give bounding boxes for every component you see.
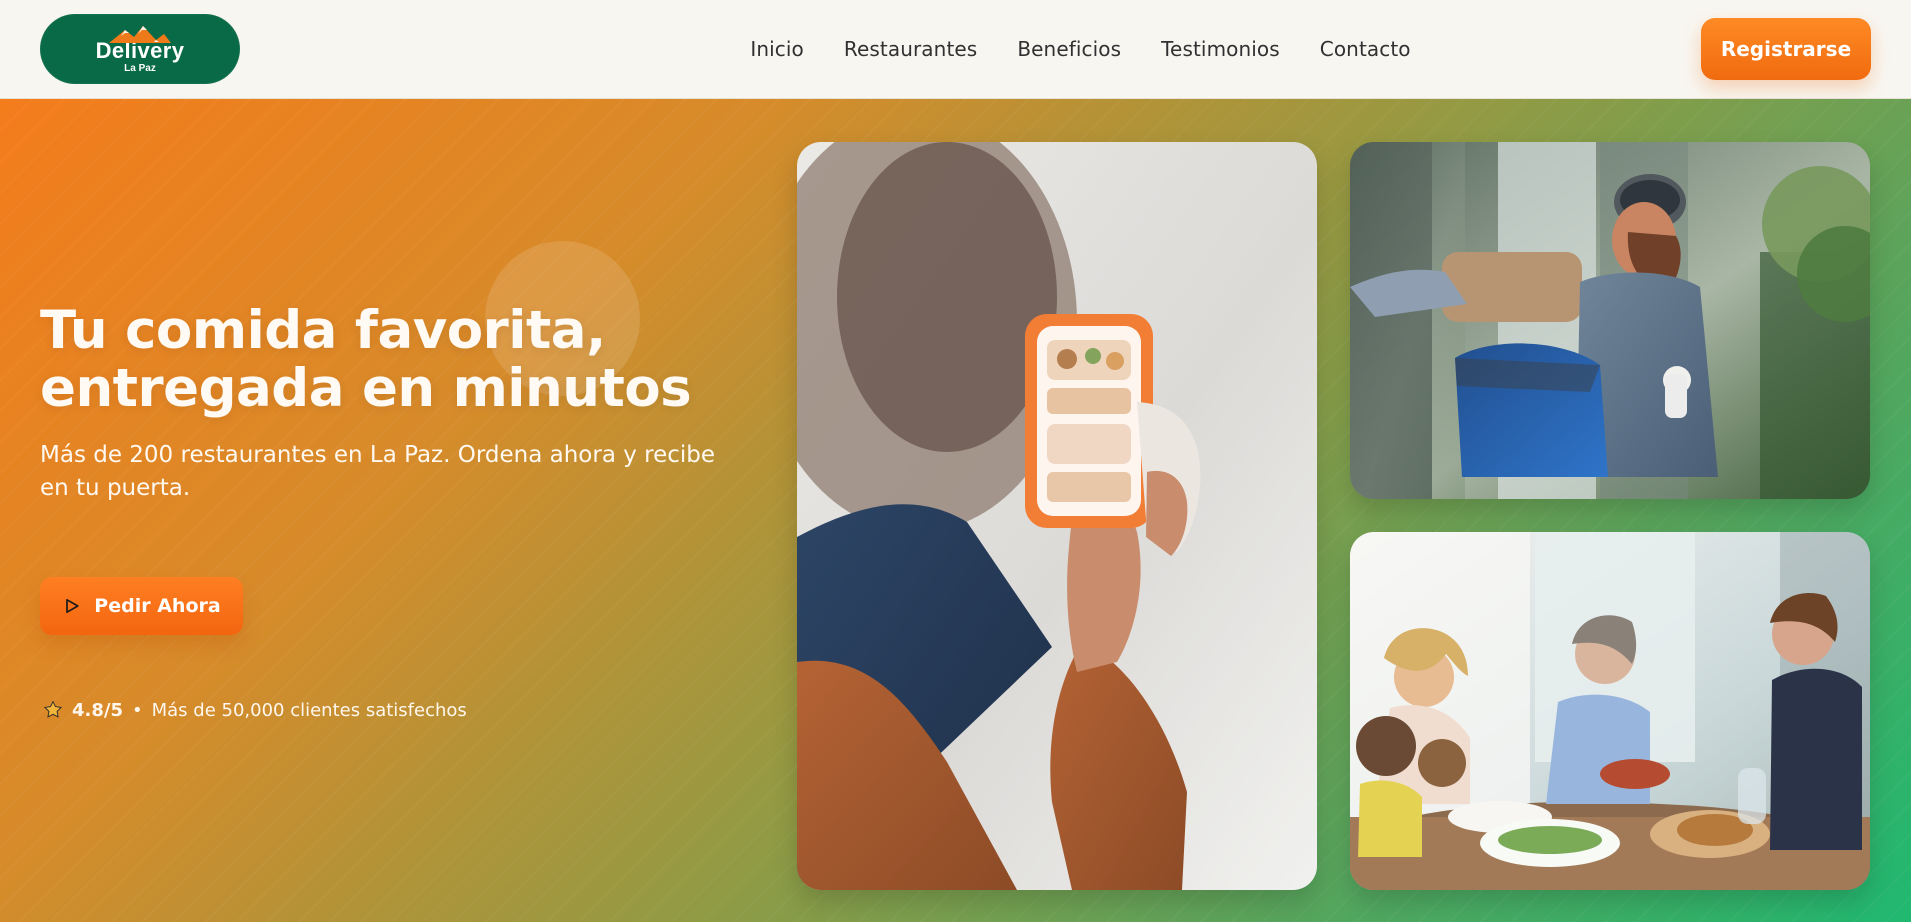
order-now-button[interactable]: Pedir Ahora (40, 577, 243, 635)
mountain-logo-icon (109, 26, 171, 44)
play-triangle-icon (66, 598, 79, 614)
hero-copy: Tu comida favorita, entregada en minutos… (40, 300, 770, 505)
nav-inicio[interactable]: Inicio (750, 37, 804, 61)
hero-section: Tu comida favorita, entregada en minutos… (0, 99, 1911, 922)
brand-logo[interactable]: Delivery La Paz (40, 14, 240, 84)
site-header: Delivery La Paz Inicio Restaurantes Bene… (0, 0, 1911, 99)
hero-photo-delivery-courier (1350, 142, 1870, 499)
main-navigation: Inicio Restaurantes Beneficios Testimoni… (750, 37, 1410, 61)
rating-separator: • (132, 699, 143, 721)
brand-subtitle: La Paz (124, 62, 156, 74)
rating-text: Más de 50,000 clientes satisfechos (151, 699, 467, 721)
hero-photo-family-dinner (1350, 532, 1870, 890)
rating-value: 4.8/5 (72, 699, 123, 721)
order-now-label: Pedir Ahora (94, 595, 221, 617)
register-button[interactable]: Registrarse (1701, 18, 1871, 80)
hero-photo-phone-order (797, 142, 1317, 890)
nav-beneficios[interactable]: Beneficios (1017, 37, 1121, 61)
nav-restaurantes[interactable]: Restaurantes (844, 37, 977, 61)
nav-testimonios[interactable]: Testimonios (1161, 37, 1280, 61)
hero-title-line-1: Tu comida favorita, (40, 300, 606, 361)
landing-page: Delivery La Paz Inicio Restaurantes Bene… (0, 0, 1911, 922)
hero-subtitle: Más de 200 restaurantes en La Paz. Orden… (40, 441, 716, 501)
rating-line: 4.8/5 • Más de 50,000 clientes satisfech… (42, 699, 467, 721)
star-icon (43, 700, 63, 718)
hero-title: Tu comida favorita, entregada en minutos (40, 300, 770, 420)
hero-title-line-2: entregada en minutos (40, 358, 692, 420)
nav-contacto[interactable]: Contacto (1320, 37, 1411, 61)
